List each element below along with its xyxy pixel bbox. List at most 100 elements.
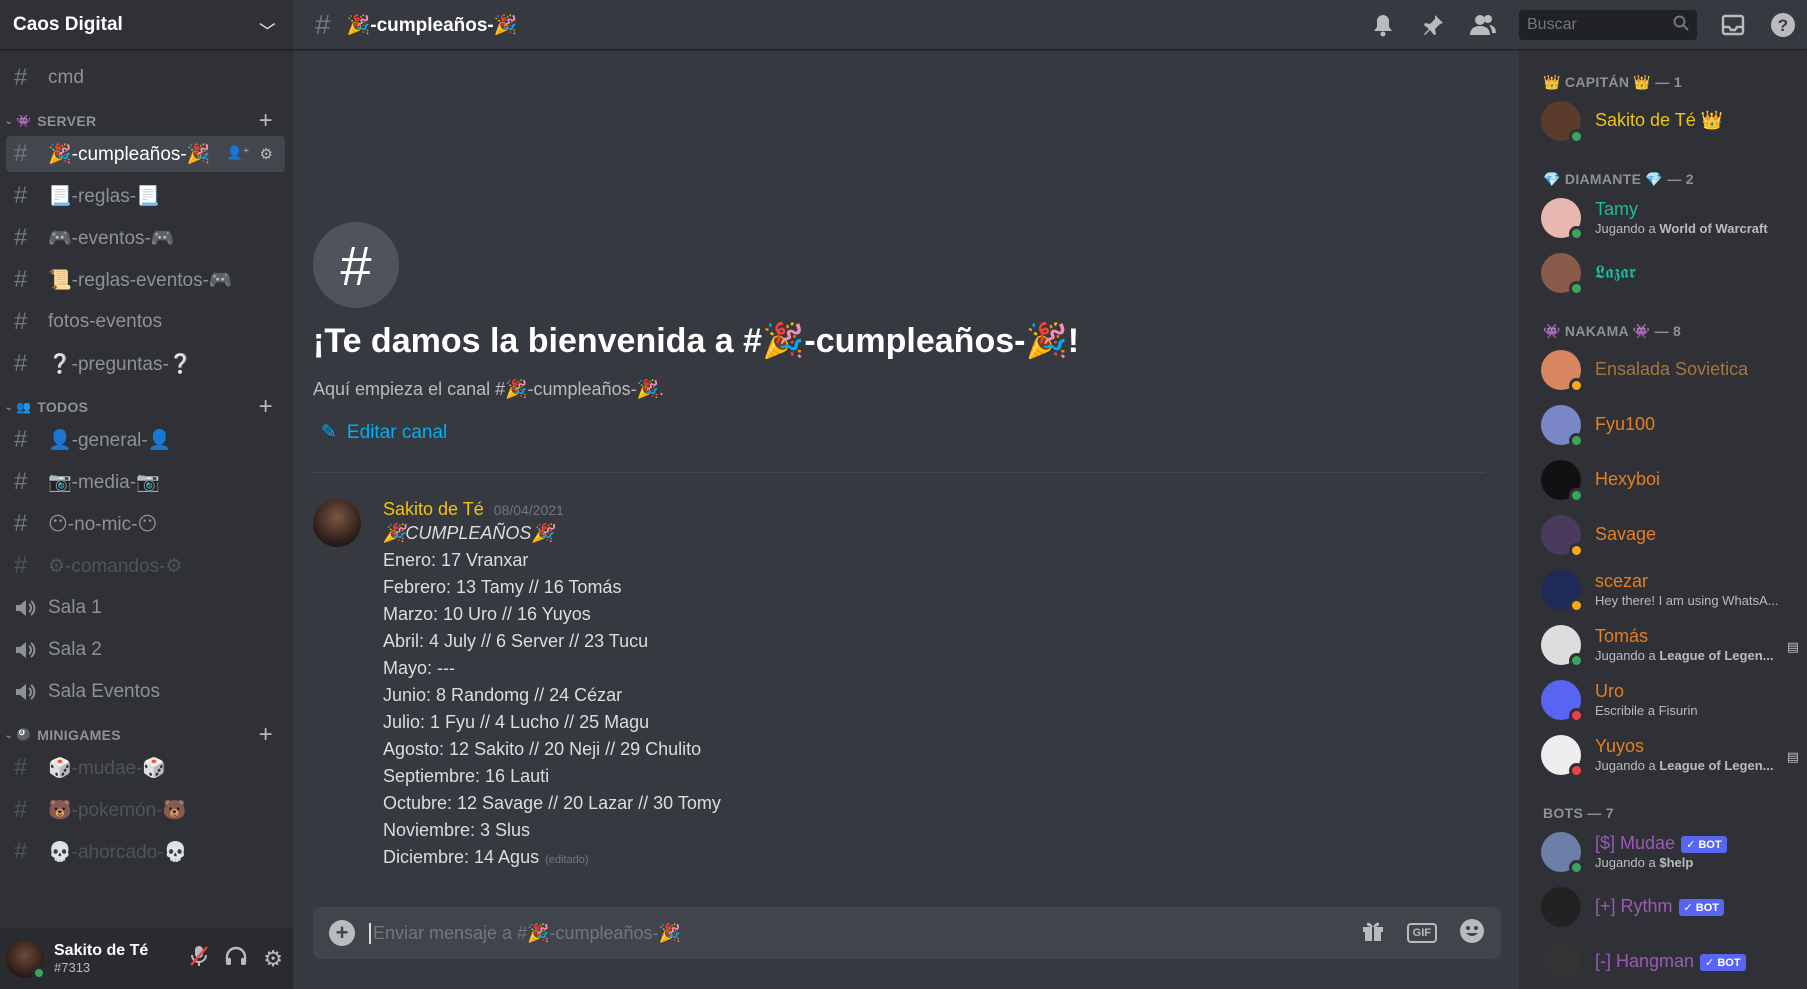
channel-fotos-eventos[interactable]: # fotos-eventos — [6, 304, 285, 340]
avatar — [1541, 734, 1584, 778]
member-name-row: 𝕷𝖆𝖟𝖆𝖗 — [1595, 262, 1636, 283]
message-line: Agosto: 12 Sakito // 20 Neji // 29 Chuli… — [383, 736, 1463, 763]
member-scezar[interactable]: scezar Hey there! I am using WhatsA... — [1519, 562, 1807, 617]
channel-no-mic[interactable]: # 😶-no-mic-😶 — [6, 506, 285, 542]
member-name: Sakito de Té 👑 — [1595, 110, 1724, 130]
message-content: Enero: 17 Vranxar Febrero: 13 Tamy // 16 … — [383, 547, 1463, 874]
category-server[interactable]: ⌄ 👾 SERVER + — [0, 106, 293, 136]
member-name: Ensalada Sovietica — [1595, 359, 1749, 379]
member-name: Fyu100 — [1595, 414, 1656, 434]
member-hangman[interactable]: [-] Hangman ✓ BOT — [1519, 934, 1807, 989]
server-header[interactable]: Caos Digital ⌵ — [0, 0, 293, 50]
channel-cumplea-os[interactable]: # 🎉-cumpleaños-🎉 👤⁺ ⚙ — [6, 136, 285, 172]
channel-reglas[interactable]: # 📃-reglas-📃 — [6, 178, 285, 214]
member-info: [+] Rythm ✓ BOT — [1595, 896, 1725, 917]
gif-button[interactable]: GIF — [1406, 923, 1437, 943]
channel-label: 😶-no-mic-😶 — [48, 513, 158, 535]
gear-icon[interactable]: ⚙ — [260, 145, 273, 163]
hash-icon: # — [14, 64, 28, 91]
emoji-icon[interactable] — [1459, 918, 1485, 949]
channel-sala-1[interactable]: Sala 1 — [6, 590, 285, 626]
member-info: Ensalada Sovietica — [1595, 359, 1748, 380]
category-label: TODOS — [37, 399, 89, 415]
message-line-text: Enero: 17 Vranxar — [383, 550, 529, 570]
member-item[interactable]: 𝕷𝖆𝖟𝖆𝖗 — [1519, 245, 1807, 300]
member-sakito-de-t[interactable]: Sakito de Té 👑 — [1519, 93, 1807, 148]
channel-label: 🐻-pokemón-🐻 — [48, 800, 187, 821]
member-name: Hexyboi — [1595, 469, 1661, 489]
channel-cmd[interactable]: # cmd — [6, 60, 285, 96]
member-name: Yuyos — [1595, 736, 1645, 756]
help-icon[interactable]: ? — [1769, 11, 1797, 39]
channel-media[interactable]: # 📷-media-📷 — [6, 464, 285, 500]
chevron-down-icon: ⌵ — [259, 16, 276, 32]
member-info: Uro Escribile a Fisurin — [1595, 681, 1698, 718]
status-online-indicator — [1569, 225, 1584, 241]
gift-icon[interactable] — [1361, 919, 1385, 948]
channel-tools: 👤⁺ ⚙ — [226, 145, 273, 163]
channel-list: # cmd ⌄ 👾 SERVER + # 🎉-cumpleaños-🎉 👤⁺ ⚙ # 📃-reglas… — [0, 50, 293, 870]
channel-title: 🎉-cumpleaños-🎉 — [346, 14, 518, 36]
message-line-text: Mayo: --- — [383, 658, 455, 678]
member-uro[interactable]: Uro Escribile a Fisurin — [1519, 672, 1807, 727]
member-rythm[interactable]: [+] Rythm ✓ BOT — [1519, 879, 1807, 934]
activity-name: League of Legen... — [1659, 758, 1774, 773]
chevron-down-icon: ⌄ — [4, 115, 14, 127]
avatar[interactable] — [6, 939, 46, 980]
message-line-text: Diciembre: 14 Agus — [383, 847, 540, 867]
channel-ahorcado[interactable]: # 💀-ahorcado-💀 — [6, 834, 285, 870]
member-mudae[interactable]: [$] Mudae ✓ BOT Jugando a $help — [1519, 824, 1807, 879]
avatar[interactable] — [313, 499, 361, 547]
channel-pokem-n[interactable]: # 🐻-pokemón-🐻 — [6, 792, 285, 828]
status-online-indicator — [1569, 487, 1584, 503]
pin-icon[interactable] — [1419, 11, 1447, 39]
member-tom-s[interactable]: Tomás Jugando a League of Legen... ▤ — [1519, 617, 1807, 672]
avatar — [1541, 624, 1584, 668]
role-header: BOTS — 7 — [1543, 805, 1614, 821]
member-yuyos[interactable]: Yuyos Jugando a League of Legen... ▤ — [1519, 727, 1807, 782]
message-author[interactable]: Sakito de Té — [383, 499, 484, 520]
channel-reglas-eventos[interactable]: # 📜-reglas-eventos-🎮 — [6, 262, 285, 298]
member-tamy[interactable]: Tamy Jugando a World of Warcraft — [1519, 190, 1807, 245]
mute-icon[interactable] — [189, 945, 209, 973]
channel-comandos[interactable]: # ⚙-comandos-⚙ — [6, 548, 285, 584]
headphones-icon[interactable] — [225, 946, 247, 972]
channel-sala-2[interactable]: Sala 2 — [6, 632, 285, 668]
search-input[interactable]: Buscar — [1519, 10, 1697, 40]
add-member-icon[interactable]: 👤⁺ — [226, 145, 249, 163]
category-icon: 🎱 — [16, 728, 32, 742]
member-info: Hexyboi — [1595, 469, 1660, 490]
speaker-icon — [14, 598, 48, 618]
avatar — [1541, 349, 1584, 393]
member-ensalada-sovietica[interactable]: Ensalada Sovietica — [1519, 342, 1807, 397]
settings-gear-icon[interactable]: ⚙ — [263, 946, 283, 972]
member-activity: Hey there! I am using WhatsA... — [1595, 593, 1779, 608]
message-line: Febrero: 13 Tamy // 16 Tomás — [383, 574, 1463, 601]
category-minigames[interactable]: ⌄ 🎱 MINIGAMES + — [0, 720, 293, 750]
hash-icon: # — [14, 754, 28, 781]
add-channel-icon[interactable]: + — [259, 393, 273, 421]
category-icon: 👾 — [16, 114, 32, 128]
member-savage[interactable]: Savage — [1519, 507, 1807, 562]
channel-eventos[interactable]: # 🎮-eventos-🎮 — [6, 220, 285, 256]
bell-icon[interactable] — [1369, 11, 1397, 39]
member-info: Sakito de Té 👑 — [1595, 110, 1723, 131]
channel-preguntas[interactable]: # ❔-preguntas-❔ — [6, 346, 285, 382]
members-icon[interactable] — [1469, 11, 1497, 39]
member-fyu100[interactable]: Fyu100 — [1519, 397, 1807, 452]
add-channel-icon[interactable]: + — [259, 107, 273, 135]
role-header: 👾 NAKAMA 👾 — 8 — [1543, 322, 1682, 339]
message-input[interactable] — [369, 922, 1361, 944]
avatar — [1541, 941, 1581, 982]
category-todos[interactable]: ⌄ 👥 TODOS + — [0, 392, 293, 422]
add-attachment-button[interactable]: + — [329, 920, 355, 946]
channel-general[interactable]: # 👤-general-👤 — [6, 422, 285, 458]
inbox-icon[interactable] — [1719, 11, 1747, 39]
status-idle-indicator — [1569, 377, 1584, 393]
channel-mudae[interactable]: # 🎲-mudae-🎲 — [6, 750, 285, 786]
edit-channel-link[interactable]: ✎ Editar canal — [321, 421, 447, 444]
member-hexyboi[interactable]: Hexyboi — [1519, 452, 1807, 507]
add-channel-icon[interactable]: + — [259, 721, 273, 749]
message-title: 🎉CUMPLEAÑOS🎉 — [383, 523, 554, 543]
channel-sala-eventos[interactable]: Sala Eventos — [6, 674, 285, 710]
